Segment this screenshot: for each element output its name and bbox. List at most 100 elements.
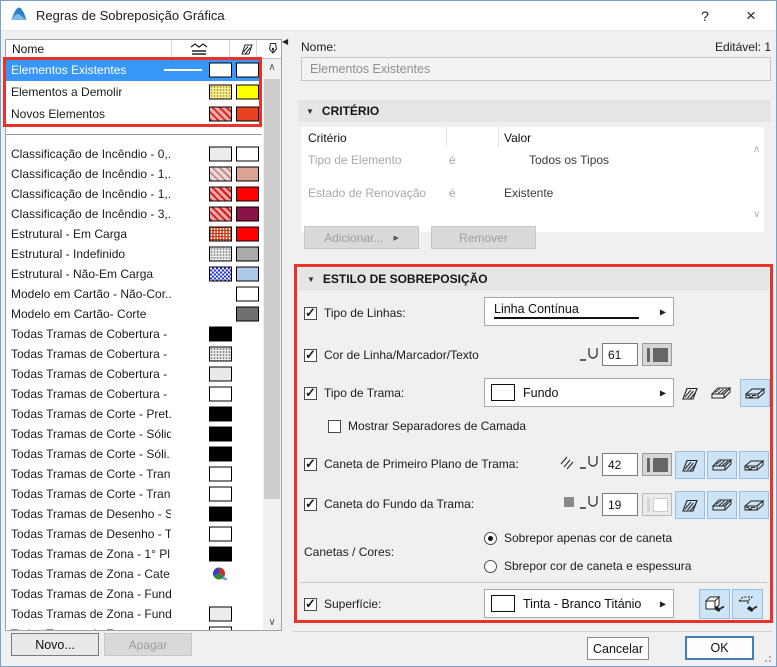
fg-pen-checkbox[interactable]	[304, 456, 317, 472]
criterion-name[interactable]: Tipo de Elemento	[308, 153, 402, 167]
scroll-up-icon[interactable]: ∧	[263, 59, 281, 75]
line-pen-color-swatch[interactable]	[642, 343, 672, 366]
list-item[interactable]: Classificação de Incêndio - 1,...	[6, 184, 262, 204]
list-item[interactable]: Todas Tramas de Zona - ...	[6, 624, 262, 630]
list-item[interactable]: Estrutural - Não-Em Carga	[6, 264, 262, 284]
list-item[interactable]: Estrutural - Em Carga	[6, 224, 262, 244]
scroll-down-icon[interactable]: ∨	[263, 614, 281, 630]
bg-pen-color-swatch[interactable]	[642, 493, 672, 516]
list-item-label: Todas Tramas de Cobertura - ...	[11, 327, 171, 341]
panel-collapse-icon[interactable]: ◀	[282, 37, 288, 46]
list-item[interactable]: Todas Tramas de Zona - Fund...	[6, 584, 262, 604]
surface-checkbox[interactable]	[304, 596, 317, 612]
list-item[interactable]: Classificação de Incêndio - 1,...	[6, 164, 262, 184]
list-item-label: Estrutural - Não-Em Carga	[11, 267, 154, 281]
list-item-label: Classificação de Incêndio - 0,...	[11, 147, 171, 161]
line-color-checkbox[interactable]	[304, 347, 317, 363]
line-type-checkbox[interactable]	[304, 305, 317, 321]
list-item[interactable]: Todas Tramas de Desenho - S...	[6, 504, 262, 524]
fill-type-dropdown[interactable]: Fundo ▶	[484, 378, 674, 407]
criterion-name[interactable]: Estado de Renovação	[308, 186, 426, 200]
fg-pen-color-swatch[interactable]	[642, 453, 672, 476]
criteria-scroll-up-icon[interactable]: ∧	[753, 144, 760, 155]
criterion-operator[interactable]: é	[449, 153, 456, 167]
list-item[interactable]: Novos Elementos	[6, 103, 262, 125]
list-item[interactable]: Todas Tramas de Cobertura - ...	[6, 344, 262, 364]
style-section-header[interactable]: ▼ ESTILO DE SOBREPOSIÇÃO	[299, 268, 769, 290]
fill-swatch	[209, 146, 232, 162]
list-item[interactable]: Modelo em Cartão- Corte	[6, 304, 262, 324]
scrollbar-thumb[interactable]	[264, 79, 280, 499]
list-item[interactable]: Estrutural - Indefinido	[6, 244, 262, 264]
list-item[interactable]: Todas Tramas de Corte - Sólido	[6, 424, 262, 444]
list-item[interactable]: Todas Tramas de Corte - Tran...	[6, 464, 262, 484]
list-item[interactable]: Todas Tramas de Corte - Sóli...	[6, 444, 262, 464]
linetype-icon[interactable]	[189, 43, 209, 59]
bg-cut-fill-toggle[interactable]	[739, 491, 769, 519]
line-preview	[494, 317, 639, 319]
list-item[interactable]: Elementos Existentes	[6, 59, 262, 81]
paint-cut-surfaces-toggle[interactable]	[732, 589, 763, 619]
list-item[interactable]: Todas Tramas de Cobertura - ...	[6, 364, 262, 384]
criterion-value[interactable]: Todos os Tipos	[529, 153, 609, 167]
fill-type-checkbox[interactable]	[304, 385, 317, 401]
cut-fill-toggle[interactable]	[740, 379, 770, 407]
fg-pen-number-input[interactable]	[602, 453, 638, 476]
list-item[interactable]: Todas Tramas de Cobertura - ...	[6, 324, 262, 344]
ok-button[interactable]: OK	[685, 636, 754, 660]
remove-criteria-button[interactable]: Remover	[431, 226, 536, 249]
paint-all-surfaces-toggle[interactable]	[699, 589, 730, 619]
fill-hatch-icon[interactable]	[239, 43, 255, 59]
cover-fill-icon[interactable]	[709, 383, 733, 403]
list-item[interactable]: Elementos a Demolir	[6, 81, 262, 103]
line-pen-number-input[interactable]	[602, 343, 638, 366]
dropdown-arrow-icon: ▶	[659, 307, 666, 316]
list-scrollbar[interactable]: ∧ ∨	[263, 59, 281, 630]
criteria-section-header[interactable]: ▼ CRITÉRIO	[298, 100, 771, 122]
list-item[interactable]: Todas Tramas de Cobertura - ...	[6, 384, 262, 404]
new-button[interactable]: Novo...	[11, 633, 99, 656]
cancel-button[interactable]: Cancelar	[587, 637, 649, 660]
bg-cover-fill-toggle[interactable]	[707, 491, 737, 519]
list-item[interactable]: Todas Tramas de Corte - Pret...	[6, 404, 262, 424]
list-item-label: Estrutural - Indefinido	[11, 247, 126, 261]
bg-pen-checkbox[interactable]	[304, 496, 317, 512]
list-item[interactable]: Todas Tramas de Zona - Fund...	[6, 604, 262, 624]
surface-dropdown[interactable]: Tinta - Branco Titánio ▶	[484, 589, 674, 618]
list-item[interactable]: Todas Tramas de Zona - 1° Pl...	[6, 544, 262, 564]
bg-pen-number-input[interactable]	[602, 493, 638, 516]
close-button[interactable]: ×	[730, 1, 772, 31]
radio-pen-color-weight[interactable]	[484, 559, 497, 573]
criterion-operator[interactable]: é	[449, 186, 456, 200]
surface-label: Superfície:	[324, 597, 382, 611]
list-item[interactable]: Todas Tramas de Corte - Tran...	[6, 484, 262, 504]
fg-drafting-fill-toggle[interactable]	[675, 451, 705, 479]
line-type-dropdown[interactable]: Linha Contínua ▶	[484, 297, 674, 326]
pen-color-icon[interactable]	[267, 42, 279, 59]
criteria-scroll-down-icon[interactable]: ∨	[753, 209, 760, 220]
rule-name-input[interactable]	[301, 57, 771, 81]
layer-separators-checkbox[interactable]	[328, 419, 341, 433]
name-column-header[interactable]: Nome	[12, 42, 44, 56]
radio-pen-color-only[interactable]	[484, 531, 497, 545]
fg-cover-fill-toggle[interactable]	[707, 451, 737, 479]
fill-swatch	[209, 186, 232, 202]
pens-colors-label: Canetas / Cores:	[304, 545, 395, 559]
drafting-fill-icon[interactable]	[678, 383, 702, 403]
list-item[interactable]: Classificação de Incêndio - 3,...	[6, 204, 262, 224]
list-item[interactable]: Todas Tramas de Zona - Cate...	[6, 564, 262, 584]
add-criteria-button[interactable]: Adicionar... ▶	[304, 226, 419, 249]
list-item[interactable]: Classificação de Incêndio - 0,...	[6, 144, 262, 164]
zone-category-pie-icon	[212, 567, 228, 582]
bg-drafting-fill-toggle[interactable]	[675, 491, 705, 519]
delete-button[interactable]: Apagar	[104, 633, 192, 656]
list-item[interactable]: Modelo em Cartão - Não-Cor...	[6, 284, 262, 304]
criterion-value[interactable]: Existente	[504, 186, 553, 200]
fg-cut-fill-toggle[interactable]	[739, 451, 769, 479]
resize-grip[interactable]	[763, 654, 771, 662]
surface-preview-swatch	[491, 595, 515, 612]
list-item[interactable]: Todas Tramas de Desenho - T...	[6, 524, 262, 544]
list-item-label: Todas Tramas de Desenho - S...	[11, 507, 171, 521]
fill-swatch	[209, 466, 232, 482]
help-button[interactable]: ?	[684, 1, 726, 31]
